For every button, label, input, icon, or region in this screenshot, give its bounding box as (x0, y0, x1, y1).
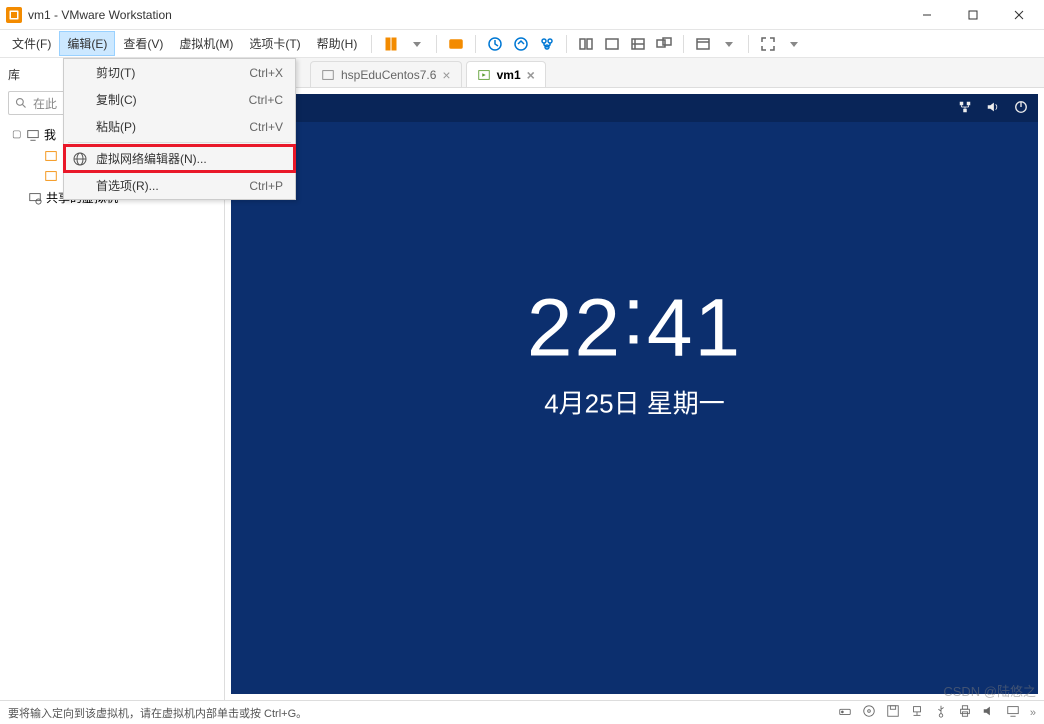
clock-date: 4月25日 星期一 (527, 384, 742, 421)
stretch-guest-button[interactable] (692, 33, 714, 55)
collapse-icon: ▢ (12, 129, 22, 140)
usb-icon[interactable] (934, 704, 948, 721)
menu-shortcut: Ctrl+X (249, 66, 283, 80)
tree-label: 我 (44, 126, 56, 143)
separator (683, 35, 684, 53)
monitor-icon (26, 128, 40, 142)
fullscreen-button[interactable] (757, 33, 779, 55)
separator (371, 35, 372, 53)
minimize-button[interactable] (904, 0, 950, 30)
vmware-app-icon (6, 7, 22, 23)
menu-vm[interactable]: 虚拟机(M) (171, 31, 241, 56)
volume-icon[interactable] (986, 100, 1000, 117)
close-icon[interactable]: × (442, 67, 450, 83)
status-icons: » (838, 704, 1036, 721)
menu-virtual-network-editor[interactable]: 虚拟网络编辑器(N)... (64, 145, 295, 172)
snapshot-manager-button[interactable] (536, 33, 558, 55)
tab-label: hspEduCentos7.6 (341, 68, 436, 82)
time-colon: : (622, 271, 647, 362)
vm-running-icon (477, 68, 491, 82)
tab-hspeducentos[interactable]: hspEduCentos7.6 × (310, 61, 462, 87)
vm-icon (321, 68, 335, 82)
pause-button[interactable] (380, 33, 402, 55)
fullscreen-dropdown[interactable] (783, 33, 805, 55)
stretch-dropdown[interactable] (718, 33, 740, 55)
menu-help[interactable]: 帮助(H) (309, 31, 366, 56)
power-dropdown[interactable] (406, 33, 428, 55)
menu-item-label: 首选项(R)... (96, 177, 159, 194)
time-minutes: 41 (647, 283, 742, 374)
status-text: 要将输入定向到该虚拟机，请在虚拟机内部单击或按 Ctrl+G。 (8, 705, 838, 721)
menu-cut[interactable]: 剪切(T) Ctrl+X (64, 59, 295, 86)
watermark: CSDN @陆悠之 (943, 681, 1036, 700)
shared-icon (28, 191, 42, 205)
separator (68, 142, 291, 143)
chevron-right-icon[interactable]: » (1030, 707, 1036, 719)
maximize-button[interactable] (950, 0, 996, 30)
guest-topbar (231, 94, 1038, 122)
menu-item-label: 虚拟网络编辑器(N)... (96, 150, 207, 167)
printer-icon[interactable] (958, 704, 972, 721)
window-controls (904, 0, 1042, 30)
menu-view[interactable]: 查看(V) (115, 31, 171, 56)
menu-item-label: 粘贴(P) (96, 118, 136, 135)
menu-copy[interactable]: 复制(C) Ctrl+C (64, 86, 295, 113)
network-adapter-icon[interactable] (910, 704, 924, 721)
content-area: hspEduCentos7.6 × vm1 × 22:41 4月25日 星期一 (225, 58, 1044, 700)
close-button[interactable] (996, 0, 1042, 30)
menubar: 文件(F) 编辑(E) 查看(V) 虚拟机(M) 选项卡(T) 帮助(H) 剪切… (0, 30, 1044, 58)
menu-file[interactable]: 文件(F) (4, 31, 59, 56)
disk-icon[interactable] (838, 704, 852, 721)
sound-icon[interactable] (982, 704, 996, 721)
menu-edit[interactable]: 编辑(E) (59, 31, 115, 56)
edit-menu-dropdown: 剪切(T) Ctrl+X 复制(C) Ctrl+C 粘贴(P) Ctrl+V 虚… (63, 58, 296, 200)
snapshot-revert-button[interactable] (510, 33, 532, 55)
menu-shortcut: Ctrl+V (249, 120, 283, 134)
send-ctrl-alt-del-button[interactable] (445, 33, 467, 55)
menu-tabs[interactable]: 选项卡(T) (241, 31, 308, 56)
menu-item-label: 复制(C) (96, 91, 137, 108)
snapshot-button[interactable] (484, 33, 506, 55)
menu-paste[interactable]: 粘贴(P) Ctrl+V (64, 113, 295, 140)
floppy-icon[interactable] (886, 704, 900, 721)
search-placeholder: 在此 (33, 95, 57, 112)
vm-icon (44, 169, 58, 183)
guest-lockscreen: 22:41 4月25日 星期一 (527, 282, 742, 421)
vm-console[interactable]: 22:41 4月25日 星期一 (231, 94, 1038, 694)
statusbar: 要将输入定向到该虚拟机，请在虚拟机内部单击或按 Ctrl+G。 » (0, 700, 1044, 724)
separator (436, 35, 437, 53)
view-multimonitor-button[interactable] (653, 33, 675, 55)
power-icon[interactable] (1014, 100, 1028, 117)
view-single-button[interactable] (601, 33, 623, 55)
titlebar: vm1 - VMware Workstation (0, 0, 1044, 30)
close-icon[interactable]: × (527, 67, 535, 83)
cd-icon[interactable] (862, 704, 876, 721)
search-icon (15, 97, 27, 109)
tab-label: vm1 (497, 68, 521, 82)
tab-vm1[interactable]: vm1 × (466, 61, 546, 87)
separator (566, 35, 567, 53)
menu-preferences[interactable]: 首选项(R)... Ctrl+P (64, 172, 295, 199)
view-unity-button[interactable] (627, 33, 649, 55)
vm-tabs: hspEduCentos7.6 × vm1 × (225, 58, 1044, 88)
menu-shortcut: Ctrl+C (249, 93, 283, 107)
separator (475, 35, 476, 53)
globe-icon (72, 151, 88, 167)
display-icon[interactable] (1006, 704, 1020, 721)
time-hours: 22 (527, 283, 622, 374)
sidebar-title: 库 (8, 66, 20, 83)
separator (748, 35, 749, 53)
menu-shortcut: Ctrl+P (249, 179, 283, 193)
vm-icon (44, 149, 58, 163)
network-icon[interactable] (958, 100, 972, 117)
window-title: vm1 - VMware Workstation (28, 8, 904, 22)
menu-item-label: 剪切(T) (96, 64, 135, 81)
clock-time: 22:41 (527, 282, 742, 376)
view-console-button[interactable] (575, 33, 597, 55)
